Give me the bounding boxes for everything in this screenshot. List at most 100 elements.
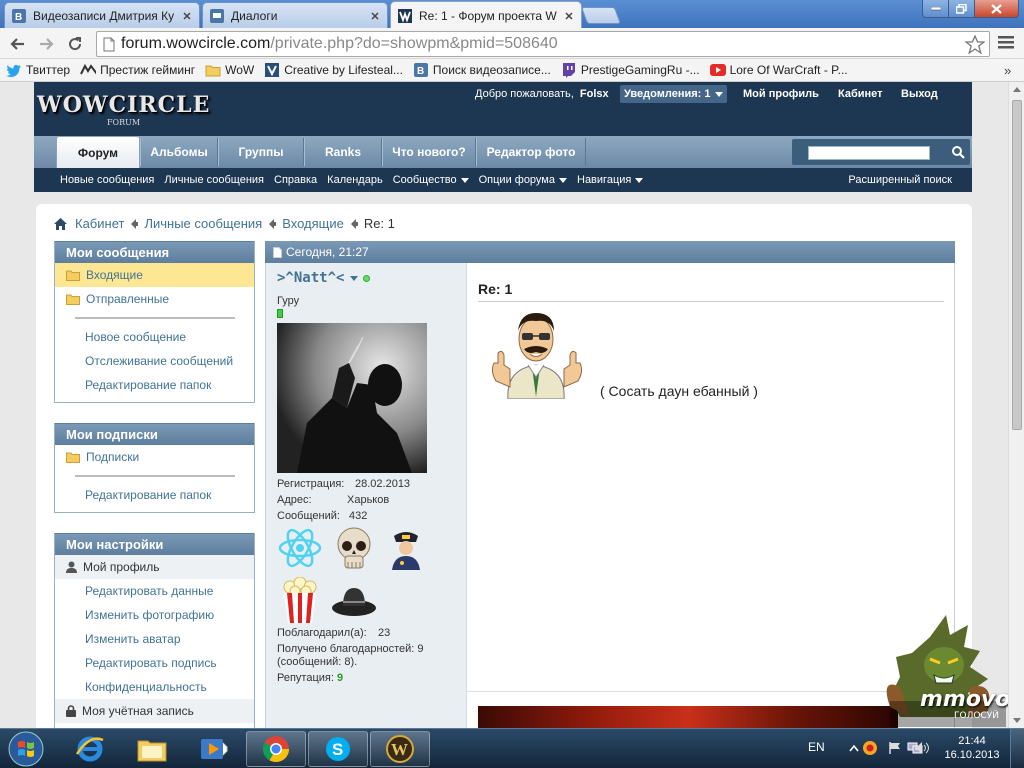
search-icon[interactable]	[948, 143, 968, 161]
police-officer-award-icon[interactable]	[383, 525, 429, 571]
atom-award-icon[interactable]	[277, 525, 323, 571]
registration-label: Регистрация:	[277, 478, 345, 490]
bookmark-twitter[interactable]: Твиттер	[6, 63, 70, 77]
scroll-up-arrow-icon[interactable]	[1013, 87, 1021, 92]
breadcrumb-inbox[interactable]: Входящие	[282, 216, 344, 231]
current-username[interactable]: Folsx	[580, 88, 609, 100]
subnav-calendar[interactable]: Календарь	[327, 174, 383, 186]
folder-icon	[66, 270, 80, 281]
cowboy-hat-award-icon[interactable]	[331, 577, 377, 623]
advanced-search-link[interactable]: Расширенный поиск	[848, 174, 952, 186]
breadcrumb-cabinet[interactable]: Кабинет	[75, 216, 124, 231]
skype-icon[interactable]: S	[308, 731, 368, 767]
tray-expand-icon[interactable]	[846, 740, 862, 756]
sidebar-item-sent[interactable]: Отправленные	[55, 287, 254, 311]
sidebar-item-my-account[interactable]: Моя учётная запись	[55, 699, 254, 723]
forum-subnav: Новые сообщения Личные сообщения Справка…	[34, 168, 972, 192]
start-button[interactable]	[4, 730, 48, 768]
author-avatar[interactable]	[277, 323, 427, 473]
bookmark-youtube[interactable]: Lore Of WarCraft - P...	[709, 63, 848, 77]
close-icon[interactable]	[181, 10, 193, 22]
breadcrumb-private-messages[interactable]: Личные сообщения	[144, 216, 262, 231]
scrollbar-thumb[interactable]	[1012, 100, 1022, 430]
tab-ranks[interactable]: Ranks	[304, 138, 382, 166]
chrome-icon[interactable]	[246, 731, 306, 767]
sidebar-item-label: Моя учётная запись	[82, 704, 194, 718]
language-indicator[interactable]: EN	[808, 740, 825, 754]
bookmark-wow-folder[interactable]: WoW	[205, 63, 254, 77]
tab-albums[interactable]: Альбомы	[140, 138, 218, 166]
bookmarks-overflow-button[interactable]: »	[1004, 63, 1011, 78]
forum-logo-subtitle: FORUM	[107, 118, 141, 127]
bookmark-vk-videos[interactable]: B Поиск видеозаписе...	[413, 63, 551, 77]
back-button[interactable]	[6, 33, 28, 55]
action-center-flag-icon[interactable]	[887, 740, 903, 756]
address-bar[interactable]: forum.wowcircle.com/private.php?do=showp…	[96, 31, 990, 57]
chrome-menu-icon[interactable]	[998, 35, 1014, 49]
bookmark-creative[interactable]: Creative by Lifesteal...	[264, 63, 403, 77]
subnav-forum-options[interactable]: Опции форума	[479, 174, 567, 186]
subnav-private-messages[interactable]: Личные сообщения	[164, 174, 264, 186]
browser-tab-dialogs[interactable]: Диалоги	[202, 2, 388, 28]
close-icon[interactable]	[369, 10, 381, 22]
sidebar-item-change-avatar[interactable]: Изменить аватар	[55, 627, 254, 651]
popcorn-award-icon[interactable]	[277, 577, 323, 623]
minimize-button[interactable]	[922, 0, 949, 18]
logout-link[interactable]: Выход	[901, 88, 938, 100]
sidebar-item-edit-folders[interactable]: Редактирование папок	[55, 373, 254, 397]
tab-whats-new[interactable]: Что нового?	[382, 138, 476, 166]
sidebar-item-edit-data[interactable]: Редактировать данные	[55, 579, 254, 603]
page-scrollbar[interactable]	[1008, 82, 1024, 728]
sidebar-item-subscriptions[interactable]: Подписки	[55, 445, 254, 469]
bookmark-star-icon[interactable]	[965, 35, 985, 54]
tray-app-icon[interactable]	[862, 740, 878, 756]
scroll-down-arrow-icon[interactable]	[1013, 718, 1021, 723]
forum-logo[interactable]: WOWCIRCLE	[37, 92, 210, 118]
search-input[interactable]	[808, 146, 930, 160]
sidebar-item-inbox[interactable]: Входящие	[55, 263, 254, 287]
subnav-navigation[interactable]: Навигация	[577, 174, 644, 186]
forum-content: Кабинет Личные сообщения Входящие Re: 1 …	[36, 204, 972, 728]
browser-tab-vk-videos[interactable]: B Видеозаписи Дмитрия Ку	[4, 2, 200, 28]
tab-photo-editor[interactable]: Редактор фото	[476, 138, 586, 166]
sidebar-item-my-profile[interactable]: Мой профиль	[55, 555, 254, 579]
world-of-warcraft-icon[interactable]: W	[370, 731, 430, 767]
close-icon[interactable]	[563, 10, 575, 22]
media-player-icon[interactable]	[184, 731, 244, 767]
subnav-new-posts[interactable]: Новые сообщения	[60, 174, 154, 186]
sidebar-item-edit-signature[interactable]: Редактировать подпись	[55, 651, 254, 675]
sidebar-item-new-message[interactable]: Новое сообщение	[55, 325, 254, 349]
home-icon[interactable]	[54, 217, 67, 230]
registration-value: 28.02.2013	[355, 478, 411, 490]
tab-forum[interactable]: Форум	[56, 136, 140, 168]
speaker-icon[interactable]	[914, 740, 930, 756]
mmovote-widget[interactable]: mmovote ГОЛОСУЙ	[860, 607, 1008, 727]
breadcrumb-separator-icon	[130, 218, 139, 230]
sidebar-item-edit-folders[interactable]: Редактирование папок	[55, 483, 254, 507]
maximize-button[interactable]	[948, 0, 975, 18]
my-profile-link[interactable]: Мой профиль	[743, 88, 819, 100]
internet-explorer-icon[interactable]	[60, 731, 120, 767]
subnav-community[interactable]: Сообщество	[393, 174, 469, 186]
reload-button[interactable]	[64, 33, 86, 55]
sidebar-item-change-photo[interactable]: Изменить фотографию	[55, 603, 254, 627]
system-clock[interactable]: 21:44 16.10.2013	[942, 734, 1002, 762]
url-path: /private.php?do=showpm&pmid=508640	[270, 35, 558, 52]
bookmark-prestige[interactable]: Престиж гейминг	[80, 63, 195, 77]
window-close-button[interactable]	[974, 0, 1019, 18]
notifications-dropdown[interactable]: Уведомления: 1	[620, 85, 728, 103]
cabinet-link[interactable]: Кабинет	[838, 88, 883, 100]
author-name[interactable]: >^Natt^<	[277, 270, 371, 286]
skull-award-icon[interactable]	[331, 525, 377, 571]
show-desktop-button[interactable]	[1010, 729, 1024, 768]
sidebar-item-track-messages[interactable]: Отслеживание сообщений	[55, 349, 254, 373]
bookmark-twitch[interactable]: PrestigeGamingRu -...	[561, 62, 700, 78]
file-explorer-icon[interactable]	[122, 731, 182, 767]
new-tab-button[interactable]	[580, 7, 622, 24]
sidebar-item-privacy[interactable]: Конфиденциальность	[55, 675, 254, 699]
subnav-help[interactable]: Справка	[274, 174, 317, 186]
author-reputation: Репутация: 9	[277, 672, 343, 684]
browser-tab-forum-active[interactable]: Re: 1 - Форум проекта W	[390, 1, 582, 29]
forward-button[interactable]	[36, 33, 58, 55]
tab-groups[interactable]: Группы	[218, 138, 304, 166]
